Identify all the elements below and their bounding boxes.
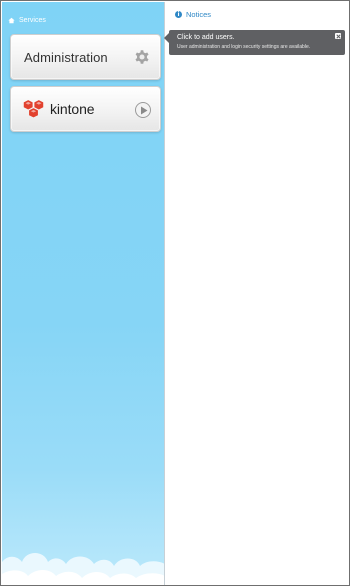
play-icon[interactable] (135, 102, 151, 118)
tooltip-text: User administration and login security s… (177, 44, 311, 50)
close-icon[interactable] (335, 33, 341, 39)
tooltip-arrow (164, 33, 169, 43)
notices-header-label: Notices (186, 10, 212, 19)
notices-header[interactable]: i Notices (175, 10, 211, 19)
administration-label: Administration (24, 50, 108, 65)
services-header: Services (8, 13, 46, 27)
tooltip-title: Click to add users. (177, 34, 235, 41)
home-icon (8, 17, 15, 24)
info-icon: i (175, 11, 182, 18)
services-panel: Services Administration kintone (2, 2, 165, 585)
kintone-button[interactable]: kintone (10, 86, 161, 132)
kintone-label: kintone (50, 101, 95, 117)
administration-button[interactable]: Administration (10, 34, 161, 80)
kintone-logo: kintone (22, 99, 95, 119)
clouds-decoration (2, 536, 164, 585)
portal-window: Services Administration kintone i Notice… (0, 0, 350, 586)
services-header-label: Services (19, 16, 46, 24)
kintone-logo-icon (22, 99, 45, 119)
gear-icon (133, 48, 151, 66)
add-users-tooltip: Click to add users. User administration … (164, 30, 345, 55)
